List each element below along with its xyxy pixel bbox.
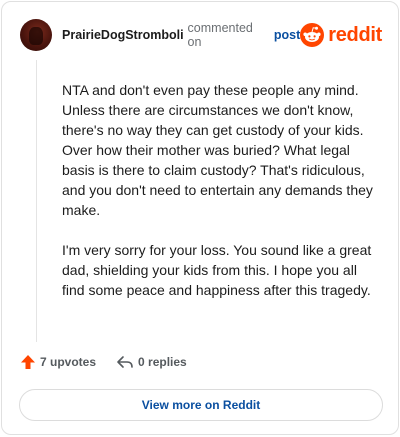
view-more-button[interactable]: View more on Reddit [19,389,383,421]
replies-count: 0 replies [138,355,187,369]
embedded-comment-card: PrairieDogStromboli commented on post re… [1,1,399,435]
reply-arrow-icon [116,354,134,370]
upvotes-count: 7 upvotes [40,355,97,369]
upvotes-stat[interactable]: 7 upvotes [20,354,96,370]
comment-body: NTA and don't even pay these people any … [62,80,378,320]
reddit-snoo-icon [300,23,325,47]
action-text: commented on [187,21,253,49]
thread-line [36,60,37,342]
author-name[interactable]: PrairieDogStromboli [62,28,184,42]
comment-header: PrairieDogStromboli commented on post re… [20,18,382,52]
post-link[interactable]: post [274,28,300,42]
upvote-arrow-icon [20,354,36,370]
reddit-logo[interactable]: reddit [300,23,382,47]
comment-stats: 7 upvotes 0 replies [20,354,187,370]
comment-paragraph: NTA and don't even pay these people any … [62,82,373,218]
comment-paragraph: I'm very sorry for your loss. You sound … [62,242,372,298]
user-avatar[interactable] [20,19,52,51]
reddit-wordmark: reddit [328,23,382,46]
replies-stat[interactable]: 0 replies [116,354,187,370]
